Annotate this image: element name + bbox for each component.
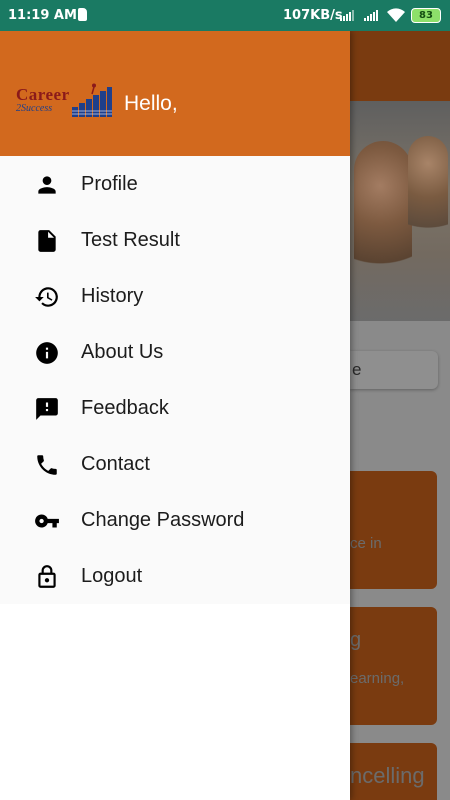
network-speed: 107KB/s <box>283 8 343 23</box>
background-screen: e ce in g earning, ncelling <box>350 31 450 800</box>
cell-signal-icon-2 <box>364 10 378 21</box>
menu-item-label: Profile <box>81 173 138 195</box>
background-card-title: ncelling <box>350 763 425 788</box>
phone-icon <box>37 455 57 475</box>
logo-career-text: Career <box>16 85 70 104</box>
menu-item-history[interactable]: History <box>0 268 350 324</box>
background-card-text: ce in <box>350 535 382 552</box>
navigation-drawer: Career 2Success Hello, Profile Test Resu… <box>0 31 350 800</box>
menu-item-change-password[interactable]: Change Password <box>0 492 350 548</box>
menu-item-about-us[interactable]: About Us <box>0 324 350 380</box>
cell-signal-icon <box>340 10 354 21</box>
battery-indicator: 83 <box>411 8 441 23</box>
menu-item-label: Change Password <box>81 509 245 531</box>
background-card-title: g <box>350 629 362 651</box>
menu-item-label: Logout <box>81 565 143 587</box>
app-logo: Career 2Success <box>14 75 112 119</box>
info-icon <box>36 342 58 364</box>
background-card: g earning, <box>350 607 437 725</box>
history-icon <box>35 287 58 307</box>
menu-item-profile[interactable]: Profile <box>0 156 350 212</box>
lock-icon <box>38 565 56 588</box>
background-search-text: e <box>352 360 362 379</box>
menu-item-label: About Us <box>81 341 164 363</box>
logo-tagline-text: 2Success <box>16 103 53 114</box>
menu-item-feedback[interactable]: Feedback <box>0 380 350 436</box>
menu-item-contact[interactable]: Contact <box>0 436 350 492</box>
menu-item-label: Feedback <box>81 397 169 419</box>
drawer-header: Career 2Success Hello, <box>0 31 350 156</box>
logo-bars-icon <box>72 83 112 117</box>
background-app-bar <box>350 31 450 101</box>
menu-item-label: History <box>81 285 144 307</box>
menu-item-label: Contact <box>81 453 150 475</box>
status-bar: 11:19 AM 107KB/s 83 <box>0 0 450 31</box>
menu-item-test-result[interactable]: Test Result <box>0 212 350 268</box>
sd-card-icon <box>78 8 87 21</box>
greeting-text: Hello, <box>124 92 178 115</box>
menu-item-logout[interactable]: Logout <box>0 548 350 604</box>
background-banner-image <box>350 101 450 321</box>
drawer-menu: Profile Test Result History About Us Fee… <box>0 156 350 604</box>
background-card-text: earning, <box>350 670 405 687</box>
background-search-box: e <box>350 351 438 389</box>
feedback-icon <box>36 398 58 420</box>
background-card: ncelling <box>350 743 437 800</box>
menu-item-label: Test Result <box>81 229 180 251</box>
background-card: ce in <box>350 471 437 589</box>
key-icon <box>35 514 59 528</box>
wifi-icon <box>387 8 405 22</box>
file-icon <box>38 230 56 252</box>
status-time: 11:19 AM <box>8 8 77 23</box>
person-icon <box>38 176 56 194</box>
